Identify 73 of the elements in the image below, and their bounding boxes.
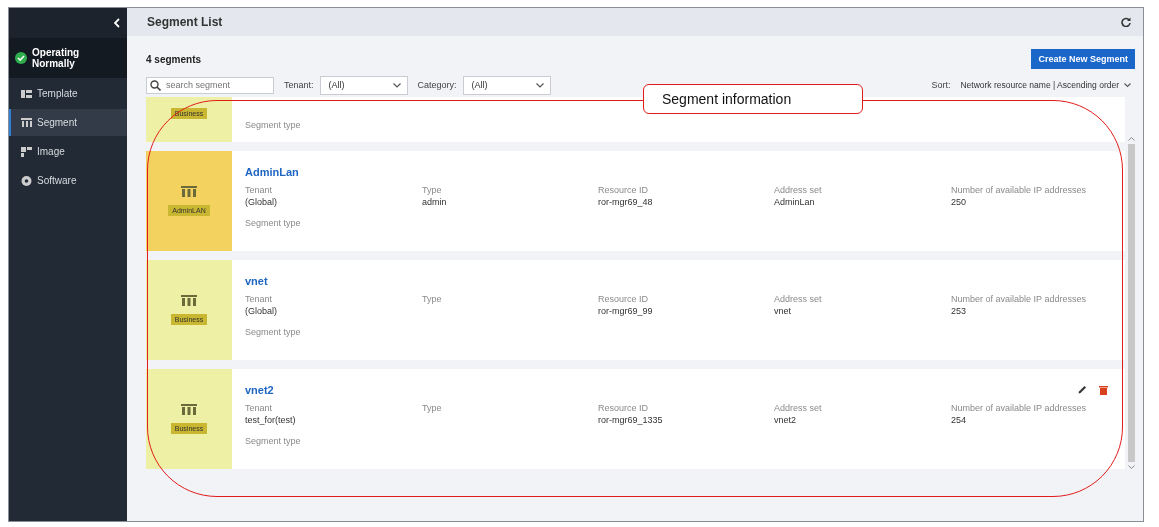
template-icon	[21, 88, 32, 99]
delete-button[interactable]	[1098, 384, 1109, 396]
segment-name-link[interactable]: AdminLan	[245, 166, 299, 178]
trash-icon	[1099, 385, 1108, 395]
edit-button[interactable]	[1077, 384, 1088, 396]
field-label: Address set	[774, 402, 823, 414]
field-label: Segment type	[245, 327, 301, 337]
sidebar-item[interactable]: Template	[9, 80, 127, 107]
category-dropdown[interactable]: (All)	[462, 75, 551, 95]
field-value: (Global)	[245, 196, 278, 208]
pencil-icon	[1078, 385, 1087, 394]
field-value: vnet2	[774, 414, 798, 426]
scroll-down-icon	[1127, 465, 1135, 469]
field-value: AdminLan	[774, 196, 816, 208]
segment-count: 4 segments	[146, 53, 202, 65]
sidebar-item[interactable]: Segment	[9, 109, 127, 136]
network-icon	[21, 117, 32, 128]
field-value: 250	[951, 196, 968, 208]
create-segment-button[interactable]: Create New Segment	[1031, 49, 1135, 69]
field-label: Address set	[774, 293, 823, 305]
search-field[interactable]: search segment	[146, 76, 274, 94]
chevron-down-icon	[392, 82, 401, 88]
field-label: Segment type	[245, 120, 301, 130]
scroll-up-icon	[1127, 137, 1135, 141]
field-label: Tenant	[245, 293, 274, 305]
segment-name-link[interactable]: vnet2	[245, 384, 274, 396]
segment-name-link[interactable]: vnet	[245, 275, 268, 287]
field-label: Resource ID	[598, 402, 650, 414]
callout-label: Segment information	[643, 84, 863, 114]
search-icon	[150, 79, 161, 91]
field-label: Resource ID	[598, 184, 650, 196]
field-value: ror-mgr69_48	[598, 196, 654, 208]
chevron-left-icon	[114, 18, 120, 28]
field-label: Number of available IP addresses	[951, 402, 1087, 414]
refresh-button[interactable]	[1119, 15, 1133, 29]
field-label: Tenant	[245, 184, 274, 196]
field-label: Type	[422, 184, 443, 196]
field-label: Number of available IP addresses	[951, 293, 1087, 305]
sidebar-item[interactable]: Software	[9, 167, 127, 194]
sort-dropdown[interactable]: Network resource name | Ascending order	[956, 80, 1135, 90]
gear-icon	[21, 175, 32, 186]
network-icon	[181, 404, 197, 415]
field-label: Number of available IP addresses	[951, 184, 1087, 196]
image-icon	[21, 146, 32, 157]
status-text: Operating Normally	[32, 47, 81, 69]
field-value: admin	[422, 196, 448, 208]
field-label: Resource ID	[598, 293, 650, 305]
check-circle-icon	[15, 52, 27, 64]
field-label: Address set	[774, 184, 823, 196]
chevron-down-icon	[1124, 82, 1131, 88]
field-label: Tenant	[245, 402, 274, 414]
sort-label: Sort:	[931, 80, 951, 90]
field-label: Segment type	[245, 218, 301, 228]
page-title: Segment List	[147, 15, 223, 29]
field-label: Type	[422, 293, 443, 305]
field-label: Segment type	[245, 436, 301, 446]
field-value: ror-mgr69_1335	[598, 414, 664, 426]
field-value: 254	[951, 414, 968, 426]
sidebar-item[interactable]: Image	[9, 138, 127, 165]
tenant-dropdown[interactable]: (All)	[319, 75, 408, 95]
scrollbar-thumb[interactable]	[1127, 144, 1135, 462]
refresh-icon	[1121, 17, 1131, 27]
field-value: vnet	[774, 305, 792, 317]
field-value: test_for(test)	[245, 414, 297, 426]
field-value: ror-mgr69_99	[598, 305, 654, 317]
network-icon	[181, 186, 197, 197]
field-value: 253	[951, 305, 968, 317]
tenant-label: Tenant:	[284, 80, 314, 90]
field-value: (Global)	[245, 305, 278, 317]
network-icon	[181, 295, 197, 306]
category-label: Category:	[417, 80, 457, 90]
chevron-down-icon	[535, 82, 544, 88]
field-label: Type	[422, 402, 443, 414]
